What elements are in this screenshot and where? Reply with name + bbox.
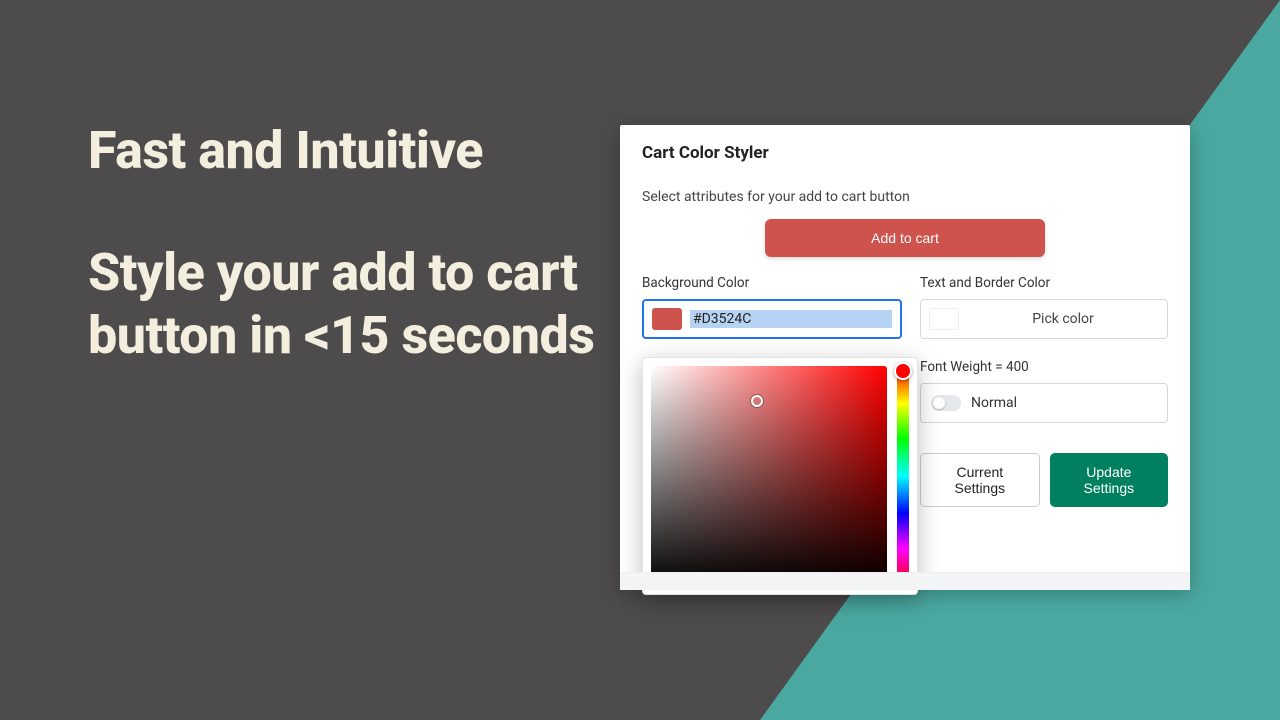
sv-cursor[interactable] — [751, 395, 763, 407]
background-color-label: Background Color — [642, 275, 902, 291]
update-settings-button[interactable]: Update Settings — [1050, 453, 1168, 507]
saturation-value-area[interactable] — [651, 366, 887, 586]
panel-footer-strip — [620, 572, 1190, 590]
pick-color-label: Pick color — [967, 311, 1159, 327]
right-column: Text and Border Color Pick color Font We… — [920, 275, 1168, 507]
panel-title: Cart Color Styler — [642, 143, 1168, 163]
hero-copy: Fast and Intuitive Style your add to car… — [88, 120, 608, 367]
background-color-field[interactable] — [642, 299, 902, 339]
add-to-cart-preview-button[interactable]: Add to cart — [765, 219, 1045, 257]
text-border-color-swatch[interactable] — [929, 308, 959, 330]
font-weight-field[interactable]: Normal — [920, 383, 1168, 423]
background-color-swatch[interactable] — [652, 308, 682, 330]
panel-subtitle: Select attributes for your add to cart b… — [642, 189, 1168, 205]
font-weight-value: Normal — [971, 395, 1017, 411]
background-color-input[interactable] — [690, 310, 892, 328]
hue-slider[interactable] — [897, 366, 909, 586]
action-buttons-row: Current Settings Update Settings — [920, 453, 1168, 507]
text-border-color-label: Text and Border Color — [920, 275, 1168, 291]
preview-area: Add to cart — [642, 219, 1168, 257]
hue-slider-thumb[interactable] — [894, 362, 912, 380]
color-picker-popover — [642, 357, 918, 595]
color-picker-body[interactable] — [642, 357, 918, 595]
cart-color-styler-panel: Cart Color Styler Select attributes for … — [620, 125, 1190, 590]
hero-heading-2: Style your add to cart button in <15 sec… — [88, 242, 608, 367]
hero-heading-1: Fast and Intuitive — [88, 120, 608, 182]
text-border-color-field[interactable]: Pick color — [920, 299, 1168, 339]
marketing-slide: Fast and Intuitive Style your add to car… — [0, 0, 1280, 720]
font-weight-toggle[interactable] — [931, 395, 961, 411]
font-weight-label: Font Weight = 400 — [920, 359, 1168, 375]
current-settings-button[interactable]: Current Settings — [920, 453, 1040, 507]
